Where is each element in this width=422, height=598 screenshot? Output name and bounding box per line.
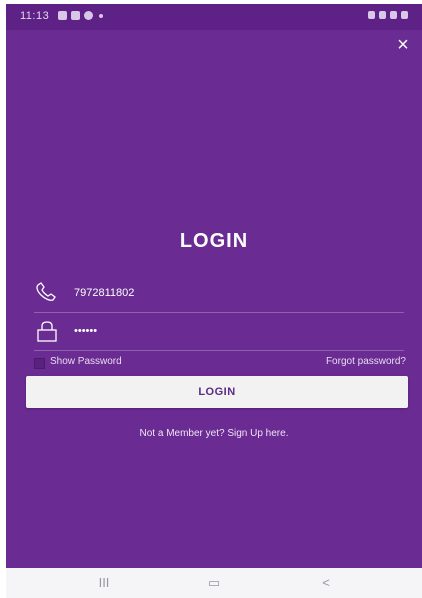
phone-field-row <box>34 276 404 313</box>
status-bar: 11:13 <box>6 4 422 30</box>
phone-screen: 11:13 × LOGIN 7972811802 •••••• Show Pas… <box>6 4 422 598</box>
forgot-password-link[interactable]: Forgot password? <box>326 356 406 367</box>
page-title: LOGIN <box>179 230 249 252</box>
battery-icon <box>401 11 408 19</box>
chat-icon <box>84 11 93 20</box>
recent-apps-icon[interactable]: III <box>94 574 114 592</box>
signup-link[interactable]: Not a Member yet? Sign Up here. <box>6 428 422 439</box>
phone-number-input[interactable] <box>74 282 394 304</box>
password-field-row <box>34 314 404 351</box>
gallery-icon <box>58 11 67 20</box>
phone-icon <box>36 282 56 301</box>
signal-icon <box>390 11 397 19</box>
wifi-icon <box>379 11 386 19</box>
password-input[interactable] <box>74 320 394 342</box>
system-nav-bar: III ▭ < <box>6 568 422 598</box>
screen: 11:13 × LOGIN 7972811802 •••••• Show Pas… <box>0 0 422 598</box>
close-icon[interactable]: × <box>394 35 412 55</box>
back-icon[interactable]: < <box>316 574 336 592</box>
home-icon[interactable]: ▭ <box>204 574 224 592</box>
mute-icon <box>368 11 375 19</box>
status-left-icons <box>58 11 103 20</box>
message-icon <box>71 11 80 20</box>
show-password-checkbox[interactable] <box>34 358 45 369</box>
show-password-label[interactable]: Show Password <box>50 356 122 367</box>
lock-icon <box>37 321 57 342</box>
status-right-icons <box>368 11 408 19</box>
password-options-row: Show Password Forgot password? <box>34 356 406 372</box>
dot-icon <box>99 13 103 18</box>
login-screen: × LOGIN Show Password Forgot password? <box>6 30 422 568</box>
status-time: 11:13 <box>20 10 50 22</box>
login-button[interactable]: LOGIN <box>26 376 408 408</box>
